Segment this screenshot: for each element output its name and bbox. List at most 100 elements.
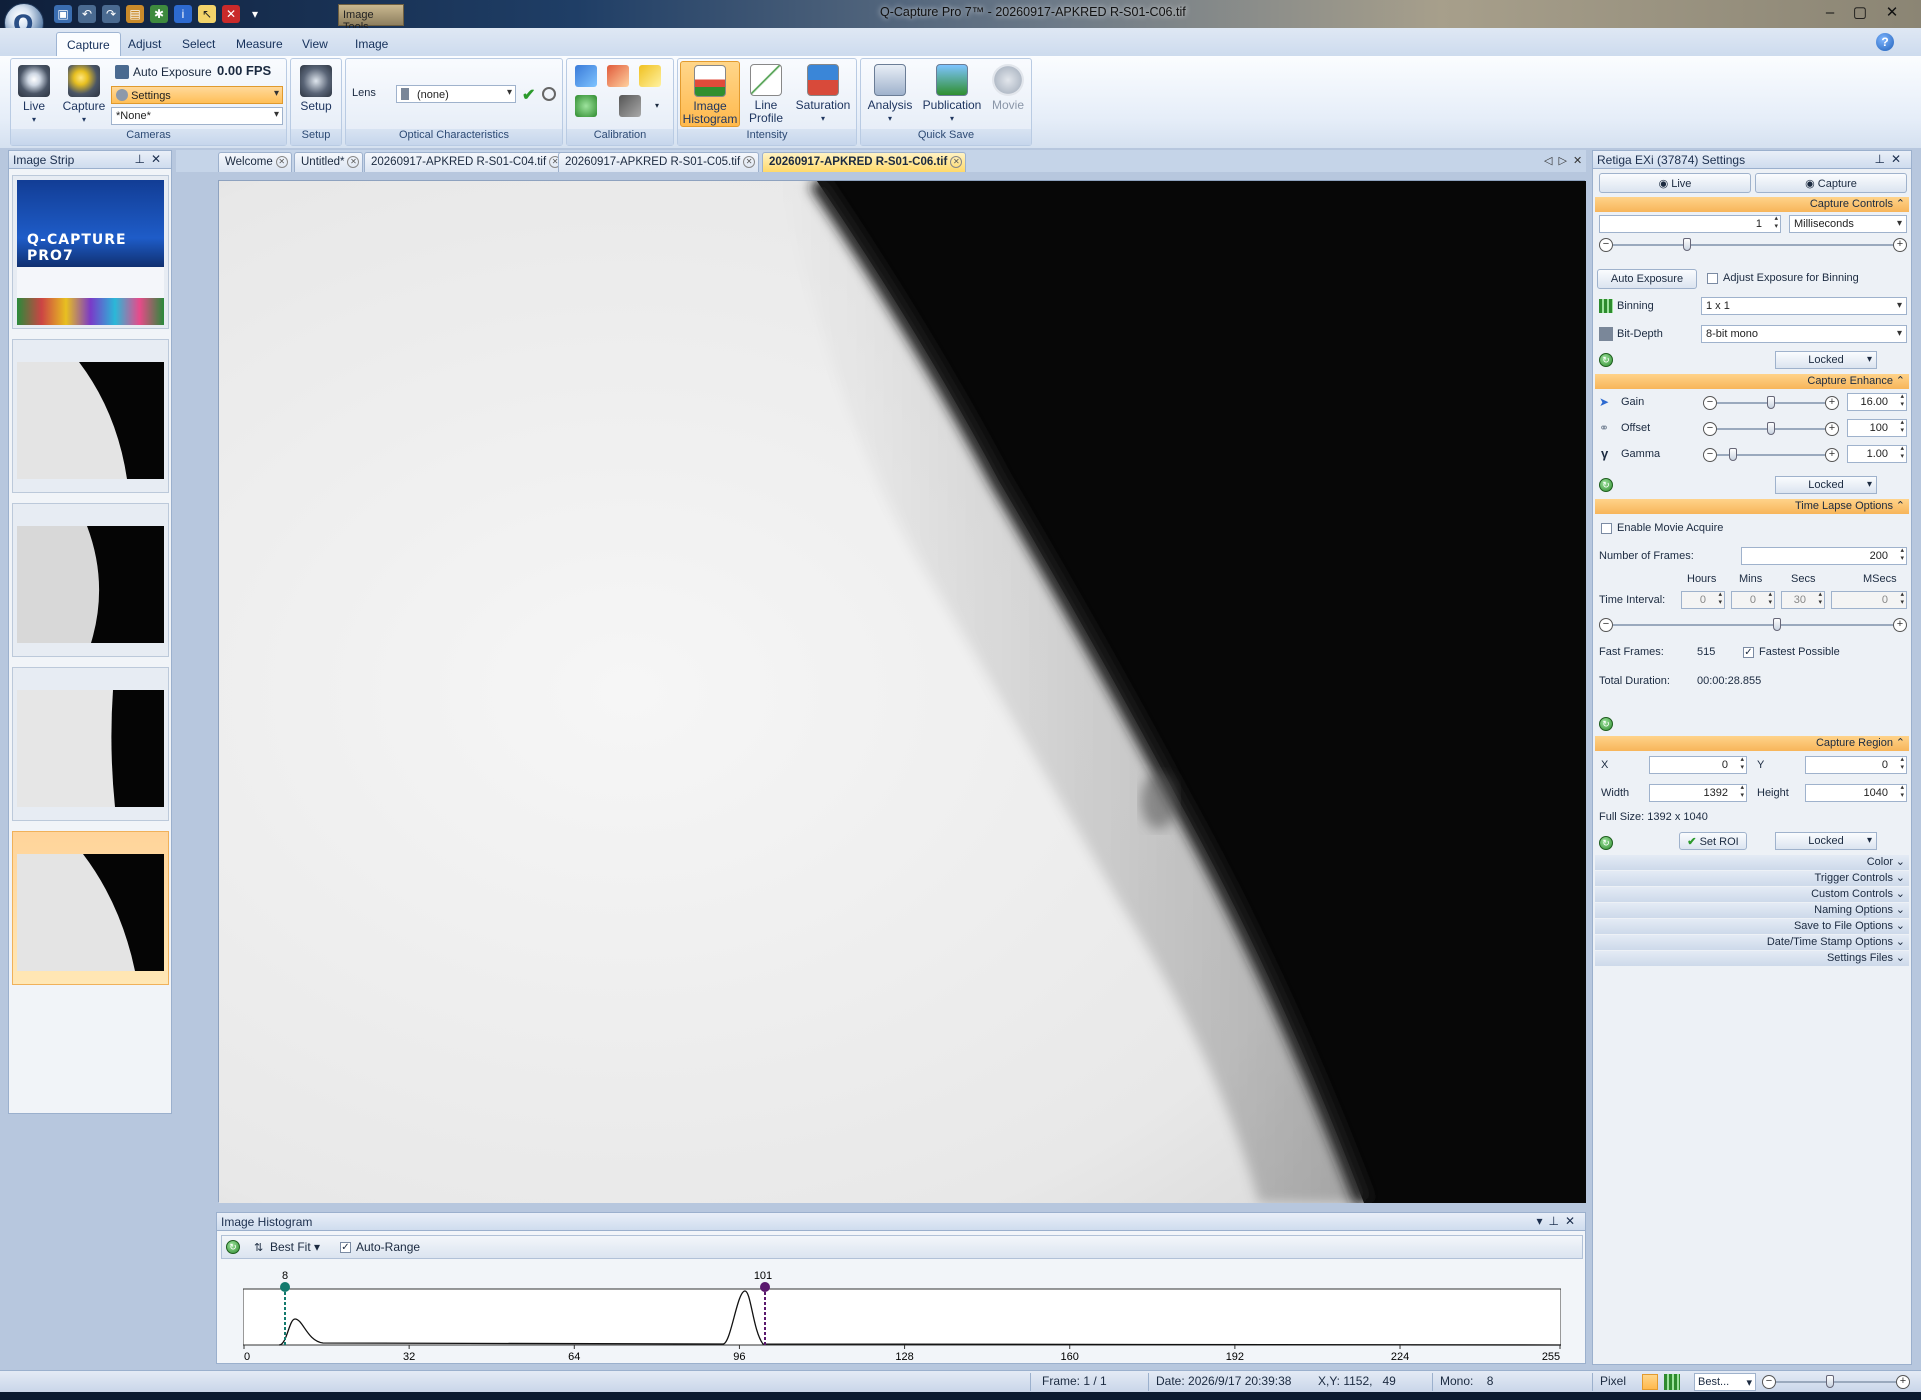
refresh-icon[interactable]: ↻: [226, 1240, 240, 1254]
gain-input[interactable]: 16.00: [1847, 393, 1907, 411]
capture-enhance-locked-dropdown[interactable]: Locked: [1775, 476, 1877, 494]
exposure-slider[interactable]: − +: [1599, 237, 1907, 253]
offset-input[interactable]: 100: [1847, 419, 1907, 437]
section-capture-enhance[interactable]: Capture Enhance: [1595, 374, 1909, 389]
exposure-unit-dropdown[interactable]: Milliseconds: [1789, 215, 1907, 233]
section-time-lapse[interactable]: Time Lapse Options: [1595, 499, 1909, 514]
line-profile-button[interactable]: Line Profile: [744, 64, 788, 125]
binning-dropdown[interactable]: 1 x 1: [1701, 297, 1907, 315]
gain-slider[interactable]: − +: [1703, 395, 1839, 411]
open-icon[interactable]: ▤: [126, 5, 144, 23]
tab-welcome[interactable]: Welcome ✕: [218, 152, 292, 172]
refresh-icon[interactable]: ↻: [1599, 717, 1613, 731]
roi-y-input[interactable]: 0: [1805, 756, 1907, 774]
setup-button[interactable]: Setup: [297, 65, 335, 113]
image-viewer[interactable]: [218, 180, 1586, 1203]
refresh-icon[interactable]: ↻: [1599, 353, 1613, 367]
interval-hours-input[interactable]: 0: [1681, 591, 1725, 609]
capture-button[interactable]: Capture ▾: [61, 65, 107, 126]
best-fit-dropdown[interactable]: Best Fit ▾: [270, 1240, 320, 1254]
tab-c06[interactable]: 20260917-APKRED R-S01-C06.tif ✕: [762, 152, 967, 172]
preset-dropdown[interactable]: *None*: [111, 107, 283, 125]
tab-select[interactable]: Select: [172, 32, 225, 56]
histogram-plot[interactable]: 8 101 0 32 64 96 128 160 192 224 255: [243, 1271, 1561, 1361]
capture-region-locked-dropdown[interactable]: Locked: [1775, 832, 1877, 850]
color-correct-icon[interactable]: [607, 65, 629, 87]
movie-button[interactable]: Movie: [987, 64, 1029, 112]
process-icon[interactable]: ✱: [150, 5, 168, 23]
minimize-button[interactable]: –: [1820, 4, 1840, 22]
thumbnail-c04[interactable]: [12, 339, 169, 493]
saturation-button[interactable]: Saturation ▾: [792, 64, 854, 125]
pin-icon[interactable]: ⊥: [134, 152, 150, 166]
close-tab-icon[interactable]: ✕: [275, 156, 288, 168]
section-settings-files[interactable]: Settings Files: [1595, 951, 1909, 966]
close-document-icon[interactable]: ✕: [1573, 155, 1588, 167]
frames-input[interactable]: 200: [1741, 547, 1907, 565]
section-color[interactable]: Color: [1595, 855, 1909, 870]
auto-range-checkbox[interactable]: ✓: [340, 1242, 351, 1253]
auto-exposure-button[interactable]: Auto Exposure: [1597, 269, 1697, 289]
tab-image[interactable]: Image: [345, 32, 398, 56]
interval-slider[interactable]: − +: [1599, 617, 1907, 633]
set-roi-button[interactable]: ✔ Set ROI: [1679, 832, 1747, 850]
section-trigger-controls[interactable]: Trigger Controls: [1595, 871, 1909, 886]
menu-icon[interactable]: ▾: [1536, 1214, 1548, 1228]
low-marker-handle[interactable]: [280, 1282, 290, 1292]
gamma-slider[interactable]: − +: [1703, 447, 1839, 463]
close-tab-icon[interactable]: ✕: [743, 156, 756, 168]
maximize-button[interactable]: ▢: [1850, 4, 1870, 22]
section-capture-region[interactable]: Capture Region: [1595, 736, 1909, 751]
interval-secs-input[interactable]: 30: [1781, 591, 1825, 609]
analysis-button[interactable]: Analysis ▾: [865, 64, 915, 125]
timer-icon[interactable]: [639, 65, 661, 87]
image-histogram-button[interactable]: Image Histogram: [680, 61, 740, 127]
gamma-input[interactable]: 1.00: [1847, 445, 1907, 463]
exposure-input[interactable]: 1: [1599, 215, 1781, 233]
grid-view-icon[interactable]: [1664, 1374, 1680, 1390]
pixel-units[interactable]: Pixel: [1600, 1374, 1626, 1388]
apply-lens-icon[interactable]: ✔: [522, 85, 535, 105]
tab-prev-icon[interactable]: ◁: [1544, 155, 1558, 167]
tab-view[interactable]: View: [292, 32, 338, 56]
close-icon[interactable]: ✕: [1891, 152, 1907, 166]
zoom-dropdown[interactable]: Best... ▾: [1694, 1373, 1756, 1391]
customize-qat-icon[interactable]: ▾: [246, 5, 264, 23]
close-icon[interactable]: ✕: [1565, 1214, 1581, 1228]
thumbnail-c05b[interactable]: [12, 667, 169, 821]
fastest-possible-checkbox[interactable]: ✓: [1743, 647, 1754, 658]
thumbnail-splash[interactable]: Q-CAPTURE PRO7: [12, 175, 169, 329]
tab-untitled[interactable]: Untitled* ✕: [294, 152, 364, 172]
info-icon[interactable]: i: [174, 5, 192, 23]
close-tab-icon[interactable]: ✕: [347, 156, 360, 168]
refresh-icon[interactable]: ↻: [1599, 836, 1613, 850]
redo-icon[interactable]: ↷: [102, 5, 120, 23]
roi-height-input[interactable]: 1040: [1805, 784, 1907, 802]
capture-controls-locked-dropdown[interactable]: Locked: [1775, 351, 1877, 369]
interval-msecs-input[interactable]: 0: [1831, 591, 1907, 609]
close-icon[interactable]: ✕: [151, 152, 167, 166]
tab-c04[interactable]: 20260917-APKRED R-S01-C04.tif ✕: [364, 152, 566, 172]
tab-next-icon[interactable]: ▷: [1558, 155, 1572, 167]
help-icon[interactable]: ?: [1876, 33, 1894, 51]
close-tab-icon[interactable]: ✕: [950, 156, 963, 168]
settings-dropdown[interactable]: Settings: [111, 86, 283, 104]
section-capture-controls[interactable]: Capture Controls: [1595, 197, 1909, 212]
tab-capture[interactable]: Capture: [56, 32, 121, 56]
high-marker-handle[interactable]: [760, 1282, 770, 1292]
delete-icon[interactable]: ✕: [222, 5, 240, 23]
refresh-icon[interactable]: ↻: [1599, 478, 1613, 492]
fit-view-icon[interactable]: [1642, 1374, 1658, 1390]
section-date-time-stamp[interactable]: Date/Time Stamp Options: [1595, 935, 1909, 950]
capture-mode-button[interactable]: ◉ Capture: [1755, 173, 1907, 193]
auto-exposure-label[interactable]: Auto Exposure: [133, 65, 212, 79]
roi-x-input[interactable]: 0: [1649, 756, 1747, 774]
enable-movie-checkbox[interactable]: [1601, 523, 1612, 534]
live-mode-button[interactable]: ◉ Live: [1599, 173, 1751, 193]
section-custom-controls[interactable]: Custom Controls: [1595, 887, 1909, 902]
section-save-to-file[interactable]: Save to File Options: [1595, 919, 1909, 934]
calibrate-icon[interactable]: [575, 95, 597, 117]
lens-settings-icon[interactable]: [542, 87, 556, 101]
zoom-slider[interactable]: − +: [1762, 1374, 1910, 1390]
close-button[interactable]: ✕: [1882, 4, 1902, 22]
